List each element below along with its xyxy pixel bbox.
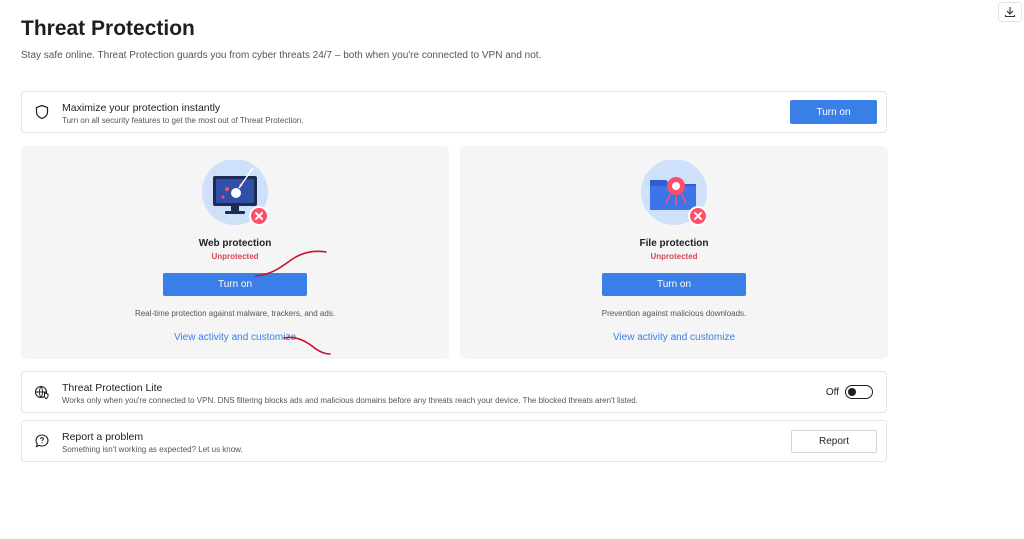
web-protection-panel: Web protection Unprotected Turn on Real-…: [21, 146, 449, 359]
page-subtitle: Stay safe online. Threat Protection guar…: [21, 50, 542, 61]
download-button[interactable]: [998, 2, 1022, 22]
web-protection-title: Web protection: [198, 238, 272, 249]
file-protection-view-activity-link[interactable]: View activity and customize: [460, 332, 888, 343]
web-protection-view-activity-link[interactable]: View activity and customize: [21, 332, 449, 343]
file-protection-description: Prevention against malicious downloads.: [601, 309, 747, 318]
lite-title: Threat Protection Lite: [62, 382, 163, 394]
file-protection-turn-on-button[interactable]: Turn on: [602, 273, 746, 296]
page-title: Threat Protection: [21, 17, 195, 40]
lite-toggle[interactable]: [845, 385, 873, 399]
download-icon: [1004, 7, 1016, 18]
web-protection-turn-on-button[interactable]: Turn on: [163, 273, 307, 296]
maximize-title: Maximize your protection instantly: [62, 102, 221, 114]
maximize-description: Turn on all security features to get the…: [62, 116, 304, 125]
web-protection-status: Unprotected: [211, 252, 259, 261]
file-protection-status: Unprotected: [650, 252, 698, 261]
shield-icon: [35, 104, 49, 120]
globe-shield-icon: [34, 385, 49, 400]
lite-toggle-group: Off: [826, 385, 873, 399]
maximize-turn-on-button[interactable]: Turn on: [790, 100, 877, 124]
report-problem-card: Report a problem Something isn't working…: [21, 420, 887, 462]
threat-protection-lite-card: Threat Protection Lite Works only when y…: [21, 371, 887, 413]
toggle-knob: [848, 388, 856, 396]
file-protection-title: File protection: [639, 238, 709, 249]
report-button[interactable]: Report: [791, 430, 877, 453]
lite-description: Works only when you're connected to VPN.…: [62, 396, 638, 405]
file-protection-panel: File protection Unprotected Turn on Prev…: [460, 146, 888, 359]
maximize-protection-card: Maximize your protection instantly Turn …: [21, 91, 887, 133]
web-protection-description: Real-time protection against malware, tr…: [134, 309, 336, 318]
web-protection-illustration: [202, 160, 269, 226]
report-title: Report a problem: [62, 431, 144, 443]
file-protection-illustration: [641, 160, 708, 226]
chat-question-icon: [35, 434, 49, 448]
lite-toggle-label: Off: [825, 386, 839, 398]
report-description: Something isn't working as expected? Let…: [62, 445, 243, 454]
